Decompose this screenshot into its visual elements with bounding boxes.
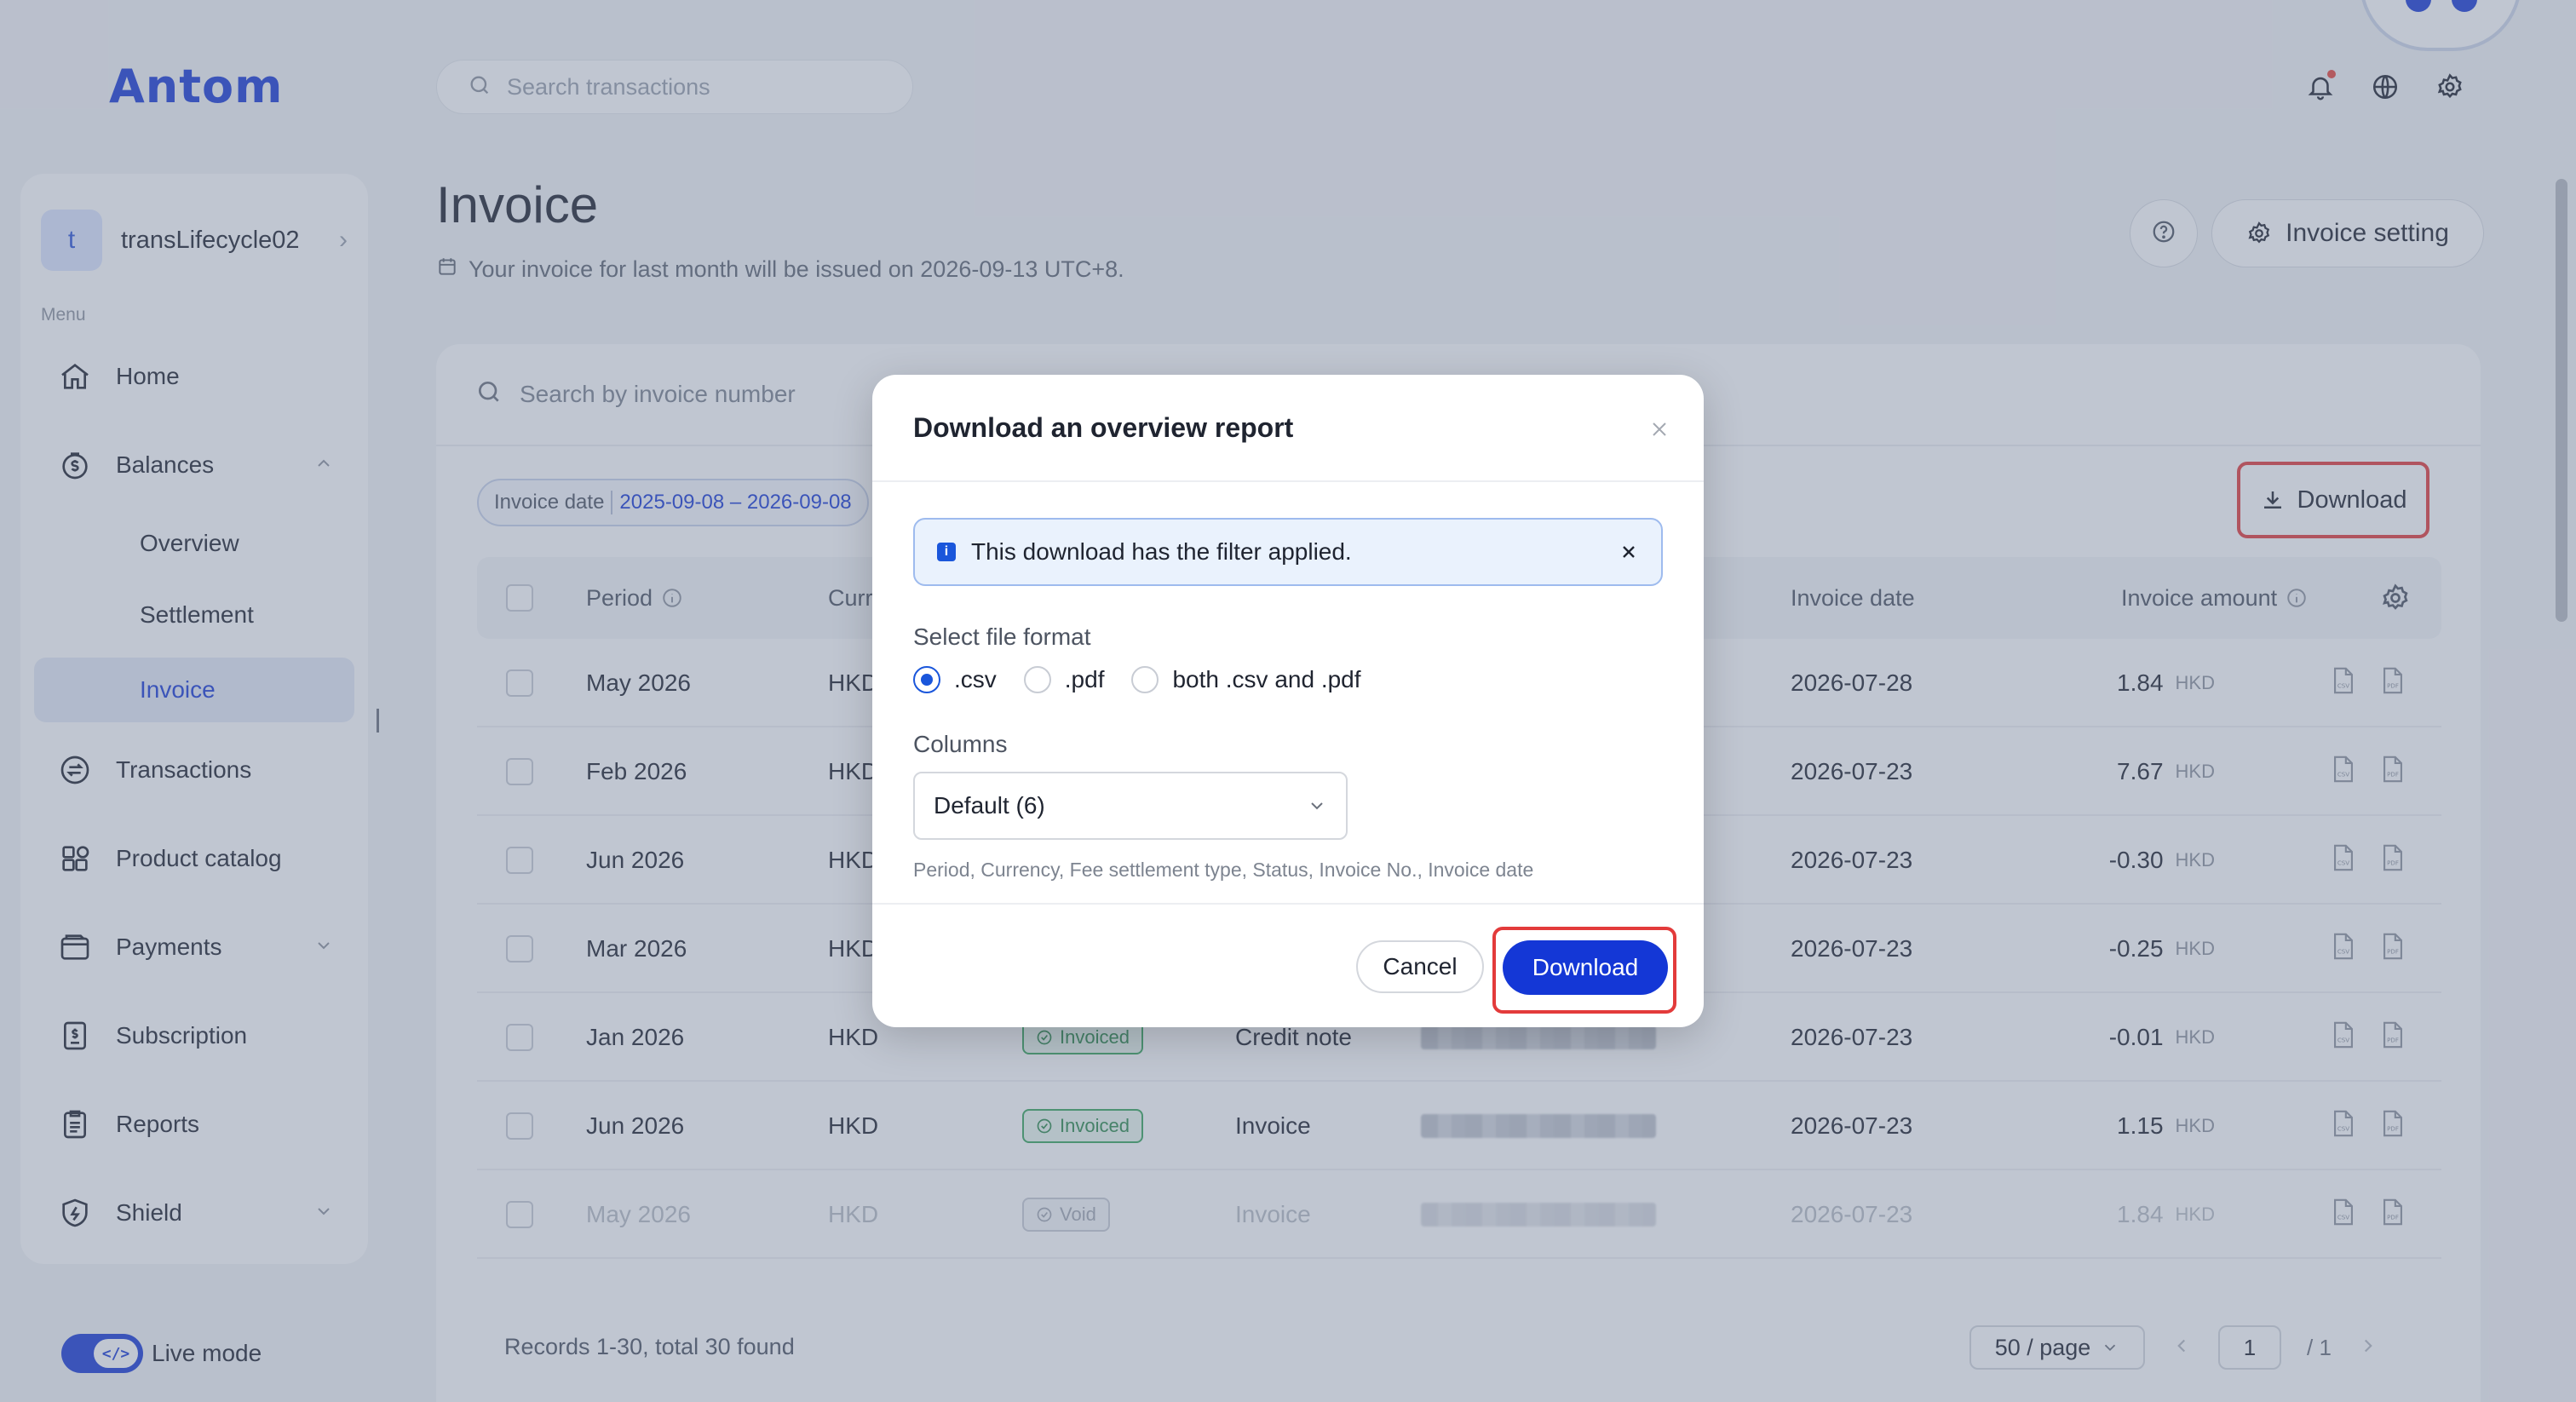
radio-dot bbox=[913, 666, 940, 693]
columns-select-value: Default (6) bbox=[934, 792, 1045, 819]
close-icon[interactable] bbox=[1619, 542, 1639, 562]
info-icon: i bbox=[937, 543, 956, 561]
format-radio-both[interactable]: both .csv and .pdf bbox=[1131, 666, 1361, 693]
columns-hint: Period, Currency, Fee settlement type, S… bbox=[913, 859, 1534, 881]
format-radio-pdf[interactable]: .pdf bbox=[1023, 666, 1105, 693]
filter-applied-alert: i This download has the filter applied. bbox=[913, 518, 1663, 586]
radio-label: .pdf bbox=[1064, 666, 1105, 692]
chevron-down-icon bbox=[1307, 796, 1327, 816]
columns-label: Columns bbox=[913, 731, 1008, 757]
format-radio-csv[interactable]: .csv bbox=[913, 666, 997, 693]
app-root: Antom t transLifecycle02 › Menu Home Bal… bbox=[0, 0, 2576, 1402]
alert-text: This download has the filter applied. bbox=[971, 538, 1352, 565]
download-report-modal: Download an overview report i This downl… bbox=[872, 375, 1704, 1027]
cancel-button[interactable]: Cancel bbox=[1356, 940, 1484, 993]
file-format-radio-group: .csv .pdf both .csv and .pdf bbox=[913, 666, 1389, 693]
radio-label: both .csv and .pdf bbox=[1172, 666, 1361, 692]
radio-label: .csv bbox=[954, 666, 997, 692]
modal-title: Download an overview report bbox=[913, 412, 1294, 443]
divider bbox=[872, 903, 1704, 905]
modal-download-button[interactable]: Download bbox=[1503, 940, 1668, 995]
divider bbox=[872, 480, 1704, 482]
file-format-label: Select file format bbox=[913, 623, 1091, 650]
columns-select[interactable]: Default (6) bbox=[913, 772, 1348, 840]
close-icon[interactable] bbox=[1644, 414, 1675, 445]
radio-dot bbox=[1131, 666, 1159, 693]
download-highlight: Download bbox=[1492, 927, 1676, 1014]
radio-dot bbox=[1023, 666, 1051, 693]
